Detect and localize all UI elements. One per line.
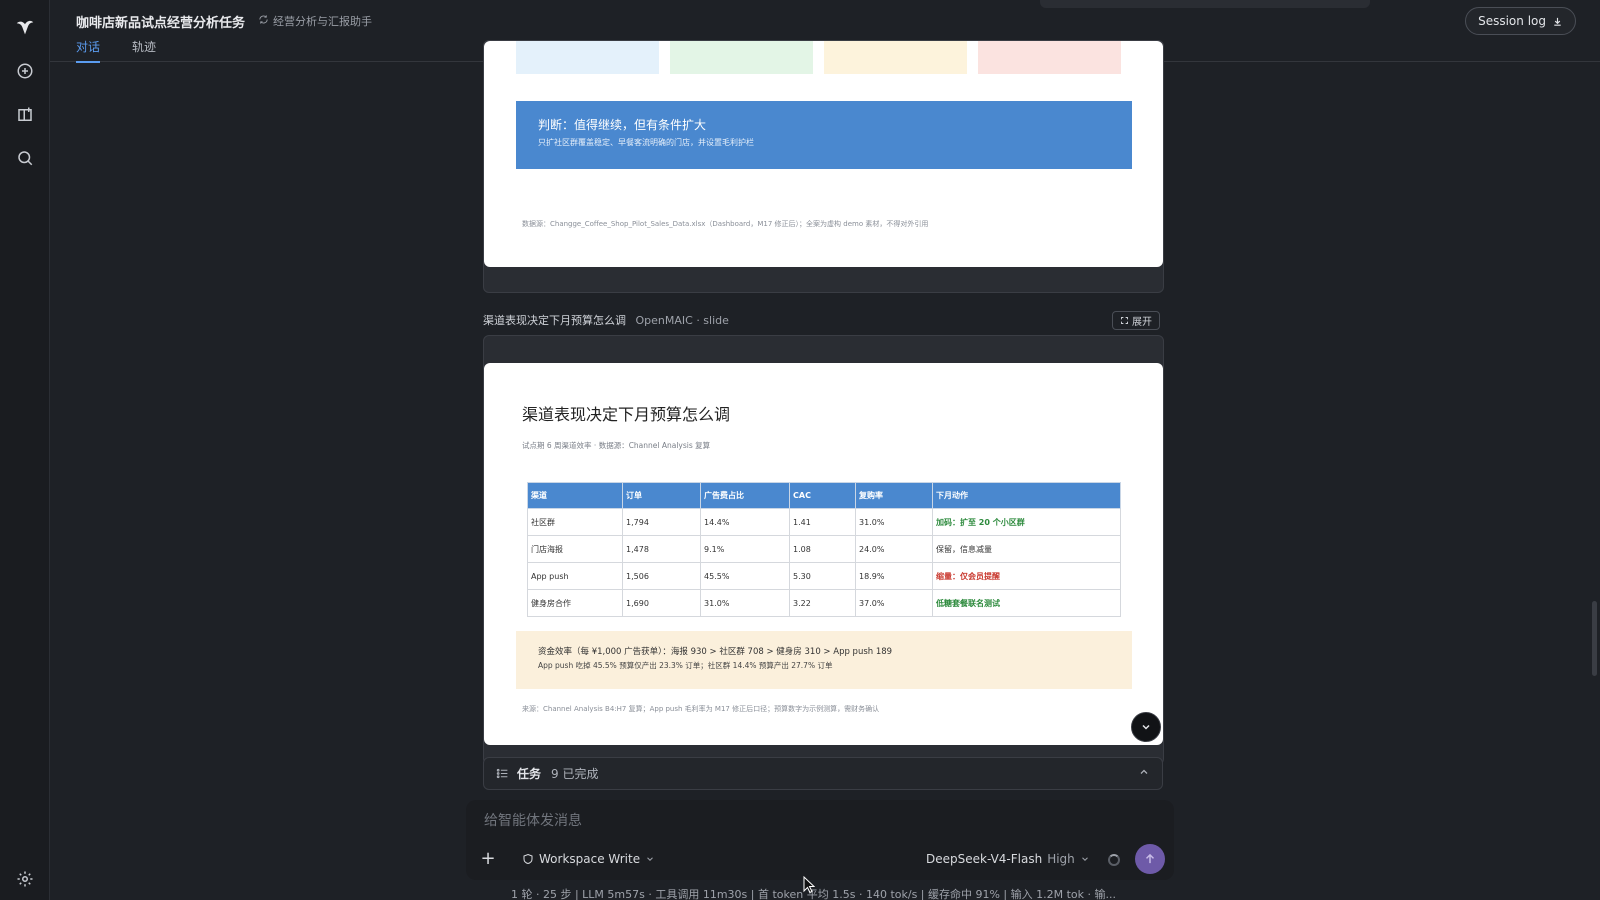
task-list-icon xyxy=(496,768,508,779)
verdict-subtitle: 只扩社区群覆盖稳定、早餐客流明确的门店，并设置毛利护栏 xyxy=(538,138,754,147)
new-chat-icon[interactable] xyxy=(13,59,37,83)
tab-trace[interactable]: 轨迹 xyxy=(132,38,156,61)
agent-label: 经营分析与汇报助手 xyxy=(273,15,372,28)
send-button[interactable] xyxy=(1135,844,1165,874)
cell-repurchase: 31.0% xyxy=(855,508,933,536)
chevron-down-icon xyxy=(1142,724,1150,730)
mode-selector[interactable]: Workspace Write xyxy=(522,852,655,866)
new-folder-icon[interactable] xyxy=(13,103,37,127)
expand-button[interactable]: 展开 xyxy=(1112,311,1160,330)
slide-source: 来源：Channel Analysis B4:H7 复算；App push 毛利… xyxy=(522,705,880,713)
tasks-label: 任务 xyxy=(517,767,542,781)
loading-spinner-icon xyxy=(1108,854,1120,866)
table-header: 渠道 xyxy=(527,482,623,509)
slide-2-caption: 渠道表现决定下月预算怎么调 OpenMAIC · slide xyxy=(483,312,729,328)
agent-icon xyxy=(258,14,269,28)
expand-label: 展开 xyxy=(1132,317,1152,328)
cell-ad-share: 45.5% xyxy=(700,562,790,590)
cell-repurchase: 24.0% xyxy=(855,535,933,563)
blurred-region xyxy=(1040,0,1370,8)
slide-source: 数据源：Changge_Coffee_Shop_Pilot_Sales_Data… xyxy=(522,220,929,228)
cell-action: 低糖套餐联名测试 xyxy=(932,589,1121,617)
model-label: DeepSeek-V4-Flash xyxy=(926,852,1043,866)
arrow-up-icon xyxy=(1145,853,1155,864)
chevron-down-icon xyxy=(1081,857,1088,861)
add-attachment-button[interactable]: + xyxy=(478,850,498,870)
table-header: 下月动作 xyxy=(932,482,1121,509)
cell-cac: 1.08 xyxy=(789,535,856,563)
search-icon[interactable] xyxy=(13,146,37,170)
note-line-2: App push 吃掉 45.5% 预算仅产出 23.3% 订单；社区群 14.… xyxy=(538,661,833,670)
slide-title: 渠道表现决定下月预算怎么调 xyxy=(522,405,731,424)
slide-2: 渠道表现决定下月预算怎么调 试点期 6 周渠道效率 · 数据源：Channel … xyxy=(484,363,1163,745)
composer: + Workspace Write DeepSeek-V4-Flash High xyxy=(466,800,1174,880)
page-title: 咖啡店新品试点经营分析任务 xyxy=(76,16,246,31)
cell-ad-share: 14.4% xyxy=(700,508,790,536)
app-logo-icon[interactable] xyxy=(13,15,37,39)
cell-cac: 5.30 xyxy=(789,562,856,590)
expand-icon xyxy=(1121,317,1128,324)
chevron-up-icon[interactable] xyxy=(1138,766,1150,778)
slide-1-frame: 判断：值得继续，但有条件扩大 只扩社区群覆盖稳定、早餐客流明确的门店，并设置毛利… xyxy=(483,40,1164,293)
slide-caption-title: 渠道表现决定下月预算怎么调 xyxy=(483,314,626,327)
tasks-bar[interactable]: 任务 9 已完成 xyxy=(483,757,1163,790)
slide-caption-meta: OpenMAIC · slide xyxy=(635,314,729,327)
cell-cac: 3.22 xyxy=(789,589,856,617)
cell-orders: 1,690 xyxy=(622,589,701,617)
tab-chat[interactable]: 对话 xyxy=(76,38,101,63)
message-input[interactable] xyxy=(484,812,1044,828)
cell-channel: 社区群 xyxy=(527,508,623,536)
session-log-label: Session log xyxy=(1478,14,1546,28)
mouse-cursor-icon xyxy=(803,876,815,894)
verdict-banner: 判断：值得继续，但有条件扩大 只扩社区群覆盖稳定、早餐客流明确的门店，并设置毛利… xyxy=(516,101,1132,169)
slide-subtitle: 试点期 6 周渠道效率 · 数据源：Channel Analysis 复算 xyxy=(522,441,711,450)
table-header: 广告费占比 xyxy=(700,482,790,509)
cell-repurchase: 37.0% xyxy=(855,589,933,617)
scrollbar[interactable] xyxy=(1592,601,1597,676)
slide-2-frame: 渠道表现决定下月预算怎么调 试点期 6 周渠道效率 · 数据源：Channel … xyxy=(483,335,1164,765)
table-header: 复购率 xyxy=(855,482,933,509)
cell-orders: 1,478 xyxy=(622,535,701,563)
settings-icon[interactable] xyxy=(13,867,37,891)
slide-1: 判断：值得继续，但有条件扩大 只扩社区群覆盖稳定、早餐客流明确的门店，并设置毛利… xyxy=(484,41,1163,267)
cell-repurchase: 18.9% xyxy=(855,562,933,590)
table-header-row: 渠道 订单 广告费占比 CAC 复购率 下月动作 xyxy=(527,482,1121,509)
table-row: 门店海报 1,478 9.1% 1.08 24.0% 保留，信息减量 xyxy=(527,535,1121,563)
cell-ad-share: 31.0% xyxy=(700,589,790,617)
table-row: App push 1,506 45.5% 5.30 18.9% 缩量：仅会员提醒 xyxy=(527,562,1121,590)
kpi-card xyxy=(516,41,659,74)
cell-cac: 1.41 xyxy=(789,508,856,536)
session-log-button[interactable]: Session log xyxy=(1465,7,1576,35)
cell-orders: 1,506 xyxy=(622,562,701,590)
table-header: CAC xyxy=(789,482,856,509)
tasks-count: 9 已完成 xyxy=(551,767,599,781)
verdict-title: 判断：值得继续，但有条件扩大 xyxy=(538,118,707,132)
cell-channel: App push xyxy=(527,562,623,590)
cell-ad-share: 9.1% xyxy=(700,535,790,563)
cell-action: 缩量：仅会员提醒 xyxy=(932,562,1121,590)
reasoning-level: High xyxy=(1047,852,1075,866)
mode-label: Workspace Write xyxy=(539,852,641,866)
cell-action: 加码：扩至 20 个小区群 xyxy=(932,508,1121,536)
download-icon xyxy=(1554,17,1561,26)
cell-orders: 1,794 xyxy=(622,508,701,536)
chevron-down-icon xyxy=(647,857,653,861)
table-row: 健身房合作 1,690 31.0% 3.22 37.0% 低糖套餐联名测试 xyxy=(527,589,1121,617)
table-header: 订单 xyxy=(622,482,701,509)
efficiency-note: 资金效率（每 ¥1,000 广告获单）：海报 930 > 社区群 708 > 健… xyxy=(516,631,1132,689)
left-rail xyxy=(0,0,50,900)
cell-channel: 门店海报 xyxy=(527,535,623,563)
kpi-card xyxy=(670,41,813,74)
model-selector[interactable]: DeepSeek-V4-Flash High xyxy=(926,852,1090,866)
note-line-1: 资金效率（每 ¥1,000 广告获单）：海报 930 > 社区群 708 > 健… xyxy=(538,647,893,657)
shield-icon xyxy=(523,853,533,865)
kpi-card xyxy=(978,41,1121,74)
cell-channel: 健身房合作 xyxy=(527,589,623,617)
scroll-down-button[interactable] xyxy=(1131,712,1161,742)
agent-badge[interactable]: 经营分析与汇报助手 xyxy=(258,13,372,29)
kpi-card xyxy=(824,41,967,74)
cell-action: 保留，信息减量 xyxy=(932,535,1121,563)
table-row: 社区群 1,794 14.4% 1.41 31.0% 加码：扩至 20 个小区群 xyxy=(527,508,1121,536)
channel-table: 渠道 订单 广告费占比 CAC 复购率 下月动作 社区群 1,794 14.4%… xyxy=(527,482,1121,617)
